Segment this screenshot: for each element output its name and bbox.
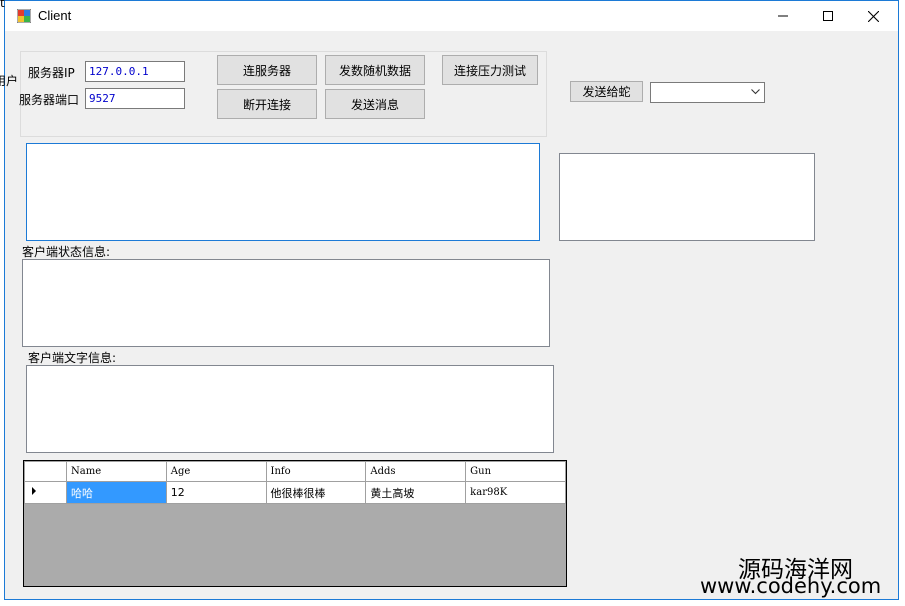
table-cell-age[interactable]: 12 xyxy=(165,481,267,504)
close-button[interactable] xyxy=(851,1,896,31)
column-header-adds[interactable]: Adds xyxy=(365,461,467,482)
current-row-arrow-icon xyxy=(32,487,36,495)
client-status-textarea[interactable] xyxy=(22,259,550,347)
title-bar[interactable]: Client xyxy=(5,1,898,31)
connect-server-button[interactable]: 连服务器 xyxy=(217,55,317,85)
server-ip-input[interactable]: 127.0.0.1 xyxy=(85,61,185,82)
close-icon xyxy=(868,10,879,22)
server-port-label: 服务器端口 xyxy=(19,93,80,107)
minimize-icon xyxy=(777,15,788,17)
table-cell-adds[interactable]: 黄土高坡 xyxy=(365,481,467,504)
chevron-down-icon xyxy=(751,89,760,95)
window-title: Client xyxy=(38,8,72,23)
target-select[interactable] xyxy=(650,82,765,103)
stress-test-button[interactable]: 连接压力测试 xyxy=(442,55,538,85)
client-text-textarea[interactable] xyxy=(26,365,554,453)
grid-corner-cell[interactable] xyxy=(24,461,67,482)
disconnect-button[interactable]: 断开连接 xyxy=(217,89,317,119)
grid-header-row: Name Age Info Adds Gun xyxy=(24,461,566,482)
column-header-age[interactable]: Age xyxy=(165,461,267,482)
side-info-textarea[interactable] xyxy=(559,153,815,241)
send-message-button[interactable]: 发送消息 xyxy=(325,89,425,119)
table-cell-gun[interactable]: kar98K xyxy=(465,481,566,504)
grid-table: Name Age Info Adds Gun 哈哈 12 他很棒很棒 黄土高坡 … xyxy=(24,461,566,504)
client-status-label: 客户端状态信息: xyxy=(22,245,111,259)
app-icon xyxy=(17,9,31,23)
column-header-name[interactable]: Name xyxy=(66,461,167,482)
server-ip-label: 服务器IP xyxy=(28,66,75,80)
watermark-url: www.codehy.com xyxy=(700,574,882,598)
row-header-cell[interactable] xyxy=(24,481,67,504)
background-text-fragment: t xyxy=(0,0,5,10)
send-to-button[interactable]: 发送给蛇 xyxy=(570,81,643,102)
client-text-label: 客户端文字信息: xyxy=(28,351,117,365)
minimize-button[interactable] xyxy=(760,1,805,31)
table-cell-name[interactable]: 哈哈 xyxy=(66,481,167,504)
column-header-info[interactable]: Info xyxy=(265,461,367,482)
table-cell-info[interactable]: 他很棒很棒 xyxy=(265,481,367,504)
send-random-data-button[interactable]: 发数随机数据 xyxy=(325,55,425,85)
table-row[interactable]: 哈哈 12 他很棒很棒 黄土高坡 kar98K xyxy=(24,481,566,504)
server-port-input[interactable]: 9527 xyxy=(85,88,185,109)
message-input-textarea[interactable] xyxy=(26,143,540,241)
background-text-fragment: 用户 xyxy=(0,74,19,88)
maximize-icon xyxy=(822,11,833,21)
client-window: Client 服务器IP 127.0.0.1 服务器端口 9527 连服务器 断… xyxy=(4,0,899,600)
column-header-gun[interactable]: Gun xyxy=(465,461,566,482)
maximize-button[interactable] xyxy=(805,1,850,31)
data-grid[interactable]: Name Age Info Adds Gun 哈哈 12 他很棒很棒 黄土高坡 … xyxy=(23,460,567,587)
